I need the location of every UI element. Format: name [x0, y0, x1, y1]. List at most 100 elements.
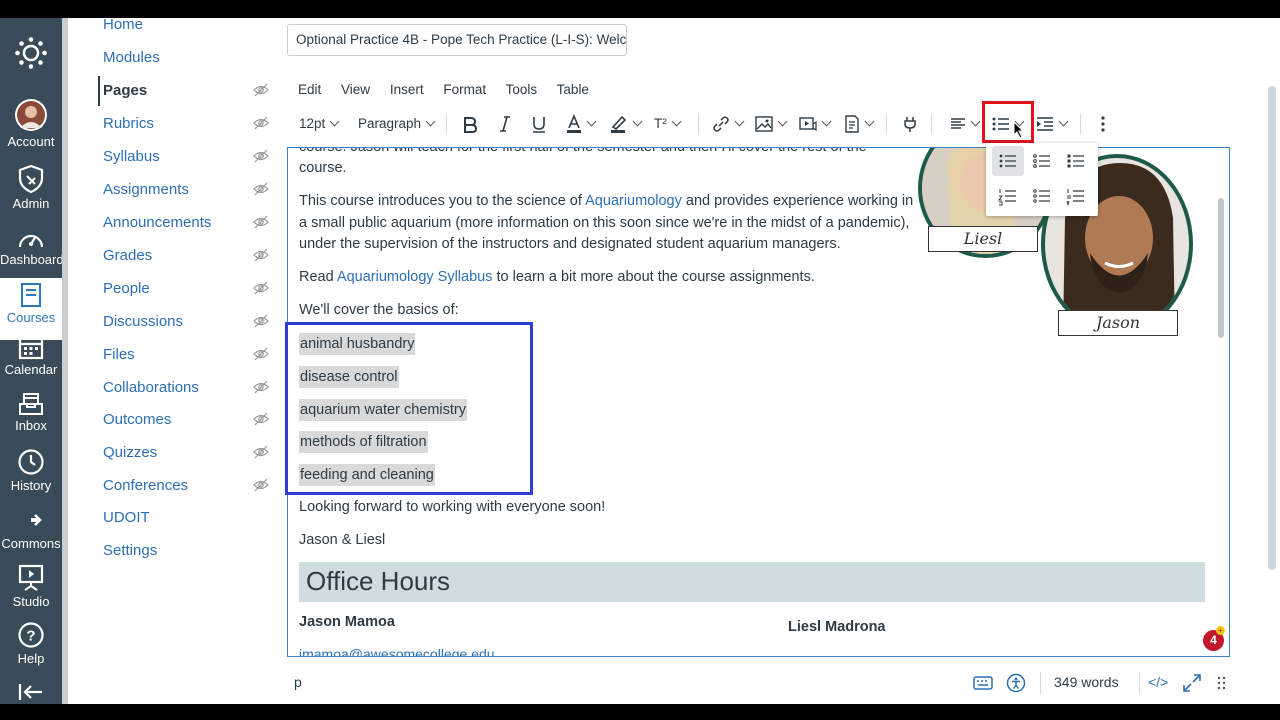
resize-handle-icon[interactable]: [1217, 676, 1227, 692]
course-nav-pages[interactable]: Pages: [103, 81, 273, 101]
chevron-down-icon: [821, 116, 832, 127]
course-nav-label: Grades: [103, 247, 153, 264]
lti-apps-button[interactable]: [901, 108, 919, 140]
email-link[interactable]: jmamoa@awesomecollege.edu: [299, 646, 495, 656]
course-nav-label: Home: [103, 16, 144, 33]
list-style-square[interactable]: [1060, 146, 1092, 176]
course-nav-conferences[interactable]: Conferences: [103, 476, 273, 496]
menu-edit[interactable]: Edit: [298, 82, 321, 97]
course-nav-assignments[interactable]: Assignments: [103, 180, 273, 200]
list-style-numbered[interactable]: [992, 181, 1024, 211]
course-nav-files[interactable]: Files: [103, 345, 273, 365]
menu-format[interactable]: Format: [443, 82, 486, 97]
chevron-down-icon: [734, 116, 745, 127]
roman-list-icon: [1066, 189, 1084, 206]
fullscreen-icon[interactable]: [1182, 673, 1202, 693]
toolbar-divider: [698, 114, 699, 134]
link-button[interactable]: [712, 108, 745, 140]
superscript-button[interactable]: T²: [654, 108, 682, 140]
hidden-eye-icon: [253, 412, 269, 426]
indent-icon: [1037, 117, 1053, 132]
list-style-circle[interactable]: [1026, 146, 1058, 176]
nav-inbox[interactable]: Inbox: [0, 392, 62, 433]
nav-admin[interactable]: Admin: [0, 164, 62, 211]
menu-view[interactable]: View: [341, 82, 370, 97]
nav-calendar[interactable]: Calendar: [0, 334, 62, 377]
page-title-input[interactable]: Optional Practice 4B - Pope Tech Practic…: [287, 24, 627, 56]
course-nav-announcements[interactable]: Announcements: [103, 213, 273, 233]
menu-insert[interactable]: Insert: [390, 82, 424, 97]
course-nav-syllabus[interactable]: Syllabus: [103, 147, 273, 167]
course-nav-label: Conferences: [103, 477, 189, 494]
hidden-eye-icon: [253, 83, 269, 97]
course-nav-udoit[interactable]: UDOIT: [103, 508, 273, 528]
indent-button[interactable]: [1036, 108, 1069, 140]
document-button[interactable]: [844, 108, 875, 140]
avatar: [15, 99, 47, 131]
list-style-disc[interactable]: [992, 146, 1024, 176]
menu-tools[interactable]: Tools: [506, 82, 538, 97]
course-nav-rubrics[interactable]: Rubrics: [103, 114, 273, 134]
highlighter-icon: [611, 116, 627, 134]
syllabus-link[interactable]: Aquariumology Syllabus: [337, 269, 493, 285]
nav-commons[interactable]: Commons: [0, 506, 62, 551]
course-nav-settings[interactable]: Settings: [103, 541, 273, 561]
bold-button[interactable]: [462, 108, 478, 140]
collapse-nav-button[interactable]: [0, 682, 62, 704]
global-nav: Account Admin Dashboard Courses Calendar…: [0, 18, 64, 704]
more-options-button[interactable]: [1100, 108, 1106, 140]
nav-studio[interactable]: Studio: [0, 564, 62, 609]
highlight-color-button[interactable]: [610, 108, 643, 140]
list-style-roman[interactable]: [1060, 181, 1092, 211]
jason-banner: Jason: [1058, 310, 1178, 336]
course-intro-line: under the supervision of the instructors…: [299, 236, 841, 252]
hidden-eye-icon: [253, 215, 269, 229]
hidden-eye-icon: [253, 281, 269, 295]
media-button[interactable]: [799, 108, 832, 140]
editor-toolbar: 12pt Paragraph T²: [288, 108, 1228, 140]
badge-plus-icon: +: [1216, 626, 1225, 635]
image-button[interactable]: [755, 108, 788, 140]
hidden-eye-icon: [253, 314, 269, 328]
keyboard-shortcuts-icon[interactable]: [973, 675, 993, 691]
course-nav-grades[interactable]: Grades: [103, 246, 273, 266]
font-size-select[interactable]: 12pt: [299, 108, 340, 140]
course-nav-modules[interactable]: Modules: [103, 48, 273, 68]
list-style-lower-alpha[interactable]: [1026, 181, 1058, 211]
underline-button[interactable]: [531, 108, 547, 140]
statusbar-divider: [1040, 672, 1041, 694]
nav-history[interactable]: History: [0, 448, 62, 493]
html-editor-toggle[interactable]: </>: [1148, 674, 1168, 690]
link-icon: [713, 116, 729, 133]
page-scrollbar[interactable]: [1268, 86, 1276, 570]
course-nav-people[interactable]: People: [103, 279, 273, 299]
office-hours-heading: Office Hours: [306, 566, 451, 596]
text-color-button[interactable]: [566, 108, 597, 140]
course-nav-home[interactable]: Home: [103, 15, 273, 35]
course-nav-quizzes[interactable]: Quizzes: [103, 443, 273, 463]
editor-scrollbar[interactable]: [1218, 198, 1224, 338]
calendar-icon: [18, 336, 44, 360]
help-icon: ?: [18, 622, 44, 648]
chevron-down-icon: [425, 116, 436, 127]
word-count[interactable]: 349 words: [1054, 674, 1119, 690]
canvas-logo-icon[interactable]: [0, 36, 62, 72]
aquariumology-link[interactable]: Aquariumology: [585, 193, 682, 209]
list-style-menu: [986, 143, 1098, 216]
nav-dashboard[interactable]: Dashboard: [0, 228, 64, 267]
nav-help[interactable]: ? Help: [0, 621, 62, 666]
align-button[interactable]: [950, 108, 981, 140]
accessibility-checker-icon[interactable]: [1006, 673, 1026, 693]
menu-table[interactable]: Table: [557, 82, 589, 97]
inbox-icon: [19, 393, 43, 415]
nav-account[interactable]: Account: [0, 98, 62, 149]
element-path[interactable]: p: [294, 674, 302, 690]
active-indicator: [98, 76, 100, 106]
course-nav-discussions[interactable]: Discussions: [103, 312, 273, 332]
course-nav-label: Quizzes: [103, 444, 158, 461]
italic-button[interactable]: [498, 108, 512, 140]
block-format-select[interactable]: Paragraph: [358, 108, 436, 140]
course-nav-collaborations[interactable]: Collaborations: [103, 378, 273, 398]
course-nav-outcomes[interactable]: Outcomes: [103, 410, 273, 430]
nav-courses[interactable]: Courses: [0, 278, 62, 340]
